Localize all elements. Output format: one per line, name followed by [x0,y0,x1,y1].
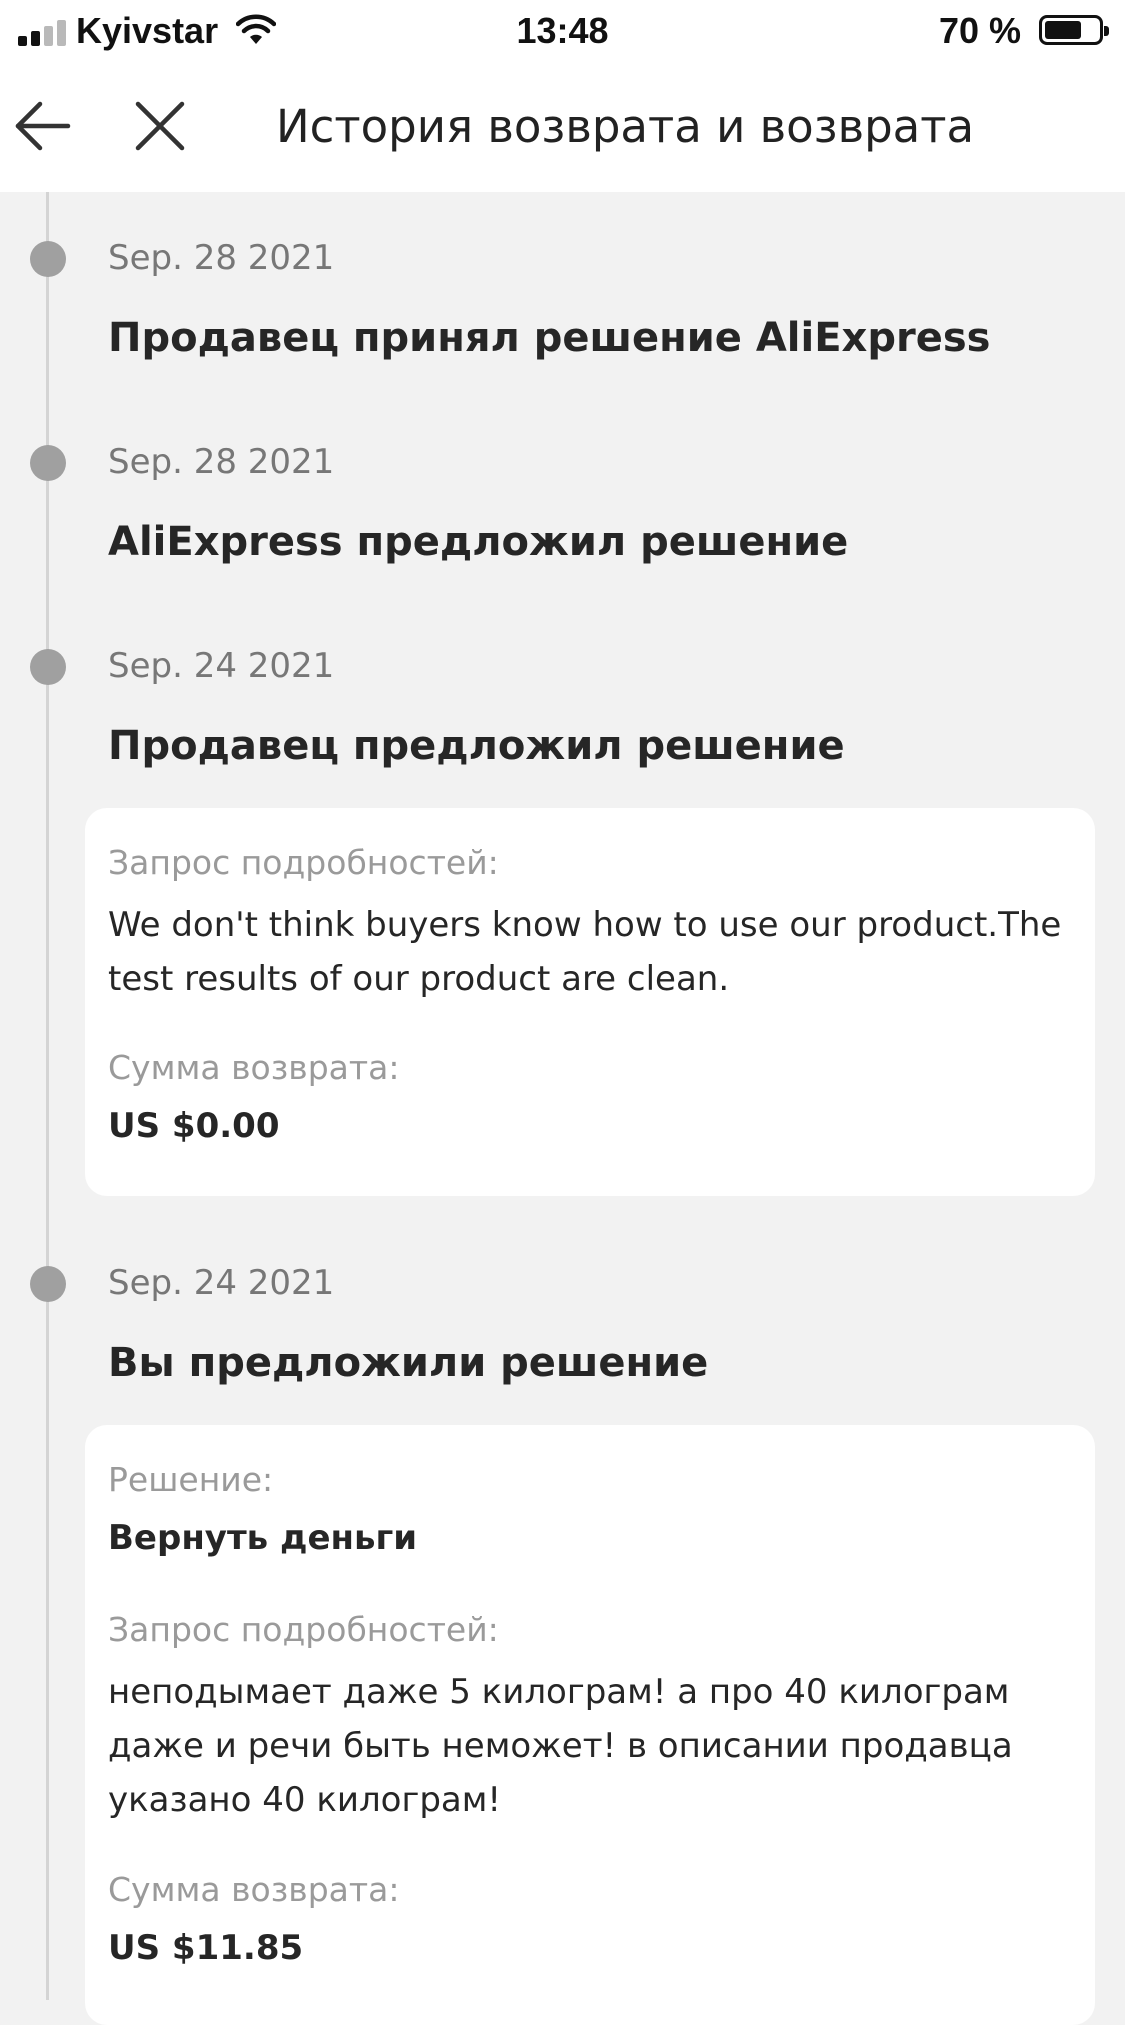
entry-date: Sep. 24 2021 [108,1263,335,1303]
close-icon[interactable] [128,94,192,158]
timeline-dot [30,445,66,481]
solution-label: Решение: [108,1460,274,1499]
timeline-dot [30,241,66,277]
request-details-text: We don't think buyers know how to use ou… [108,905,1062,999]
page-title: История возврата и возврата [276,100,975,153]
timeline-dot [30,1266,66,1302]
entry-title: Вы предложили решение [108,1340,709,1386]
details-card: Решение: Вернуть деньги Запрос подробнос… [85,1425,1095,2025]
request-details-text: неподымает даже 5 килограм! а про 40 кил… [108,1672,1013,1820]
status-bar: Kyivstar 13:48 70 % [0,0,1125,62]
solution-value: Вернуть деньги [108,1518,418,1558]
entry-date: Sep. 24 2021 [108,646,335,686]
entry-title: Продавец принял решение AliExpress [108,315,991,361]
refund-amount-label: Сумма возврата: [108,1048,400,1087]
request-details-label: Запрос подробностей: [108,843,499,882]
refund-history-timeline: Sep. 28 2021 Продавец принял решение Ali… [0,192,1125,2025]
refund-amount-value: US $0.00 [108,1106,280,1146]
battery-percent: 70 % [938,10,1021,51]
refund-amount-value: US $11.85 [108,1928,304,1968]
arrow-left-icon[interactable] [10,94,74,158]
entry-date: Sep. 28 2021 [108,442,335,482]
details-card: Запрос подробностей: We don't think buye… [85,808,1095,1196]
entry-title: AliExpress предложил решение [108,519,849,565]
entry-title: Продавец предложил решение [108,723,845,769]
refund-amount-label: Сумма возврата: [108,1870,400,1909]
navigation-bar: История возврата и возврата [0,62,1125,192]
entry-date: Sep. 28 2021 [108,238,335,278]
timeline-dot [30,649,66,685]
battery-icon [1039,15,1109,45]
request-details-label: Запрос подробностей: [108,1610,499,1649]
